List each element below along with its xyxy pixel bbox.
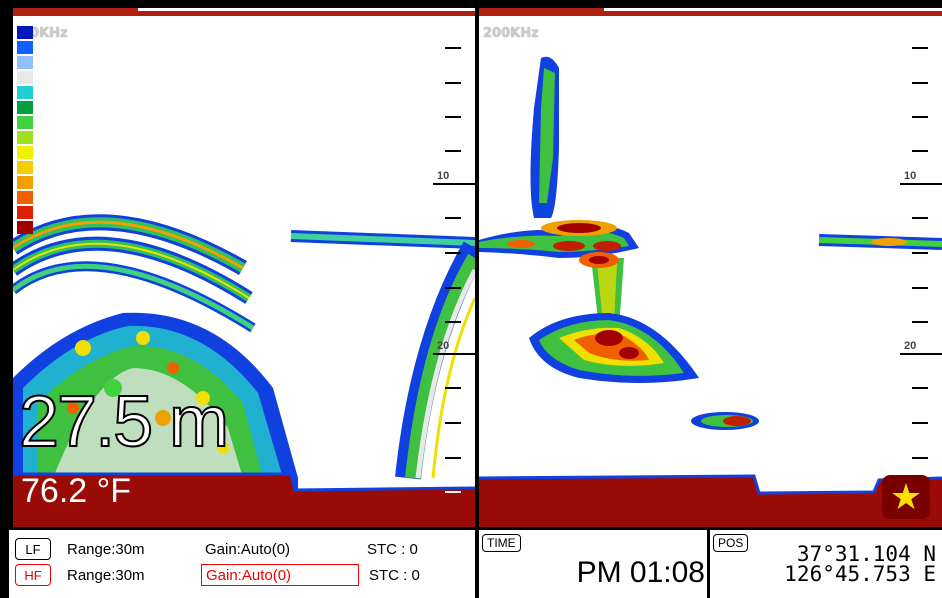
color-scale-swatch: [17, 161, 33, 174]
hf-sonar-panel[interactable]: 200KHz 10 20 ★: [479, 8, 942, 527]
hf-gain-selected[interactable]: Gain:Auto(0): [201, 564, 359, 586]
color-scale-swatch: [17, 146, 33, 159]
hf-stc[interactable]: STC : 0: [369, 567, 420, 584]
longitude-value: 126°45.753 E: [784, 562, 936, 586]
color-scale-bar: [17, 26, 33, 236]
color-scale-swatch: [17, 131, 33, 144]
lf-scale-mark-20: 20: [437, 340, 450, 352]
hf-tag[interactable]: HF: [15, 564, 51, 586]
color-scale-swatch: [17, 176, 33, 189]
water-temperature-readout: 76.2 °F: [21, 472, 131, 510]
lf-sonar-panel[interactable]: 50KHz 10 20 27.5 m 76.2 °F: [13, 8, 475, 527]
time-panel: TIME PM 01:08: [479, 530, 707, 598]
color-scale-swatch: [17, 221, 33, 234]
lf-gain[interactable]: Gain:Auto(0): [201, 539, 357, 559]
bookmark-star-button[interactable]: ★: [882, 475, 930, 519]
position-panel: POS 37°31.104 N 126°45.753 E: [710, 530, 942, 598]
lf-range[interactable]: Range:30m: [67, 541, 201, 558]
hf-echogram: [479, 47, 942, 527]
hf-scale-mark-10: 10: [904, 170, 917, 182]
color-scale-swatch: [17, 71, 33, 84]
lf-stc[interactable]: STC : 0: [367, 541, 418, 558]
color-scale-swatch: [17, 56, 33, 69]
color-scale-swatch: [17, 26, 33, 39]
time-value: PM 01:08: [576, 556, 705, 589]
lf-scale-mark-10: 10: [437, 170, 450, 182]
color-scale-swatch: [17, 116, 33, 129]
depth-readout: 27.5 m: [18, 382, 230, 462]
latitude-value: 37°31.104 N: [796, 542, 936, 566]
color-scale-swatch: [17, 191, 33, 204]
lf-tag[interactable]: LF: [15, 538, 51, 560]
hf-frequency-label: 200KHz: [483, 26, 539, 41]
position-label: POS: [713, 534, 749, 552]
color-scale-swatch: [17, 101, 33, 114]
hf-range[interactable]: Range:30m: [67, 567, 201, 584]
time-label: TIME: [482, 534, 521, 552]
star-icon: ★: [889, 476, 923, 517]
color-scale-swatch: [17, 206, 33, 219]
lf-settings-row[interactable]: LF Range:30m Gain:Auto(0) STC : 0: [15, 538, 418, 560]
hf-settings-row[interactable]: HF Range:30m Gain:Auto(0) STC : 0: [15, 564, 420, 586]
hf-scale-mark-20: 20: [904, 340, 917, 352]
color-scale-swatch: [17, 86, 33, 99]
sonar-settings-panel: LF Range:30m Gain:Auto(0) STC : 0 HF Ran…: [9, 530, 475, 598]
color-scale-swatch: [17, 41, 33, 54]
